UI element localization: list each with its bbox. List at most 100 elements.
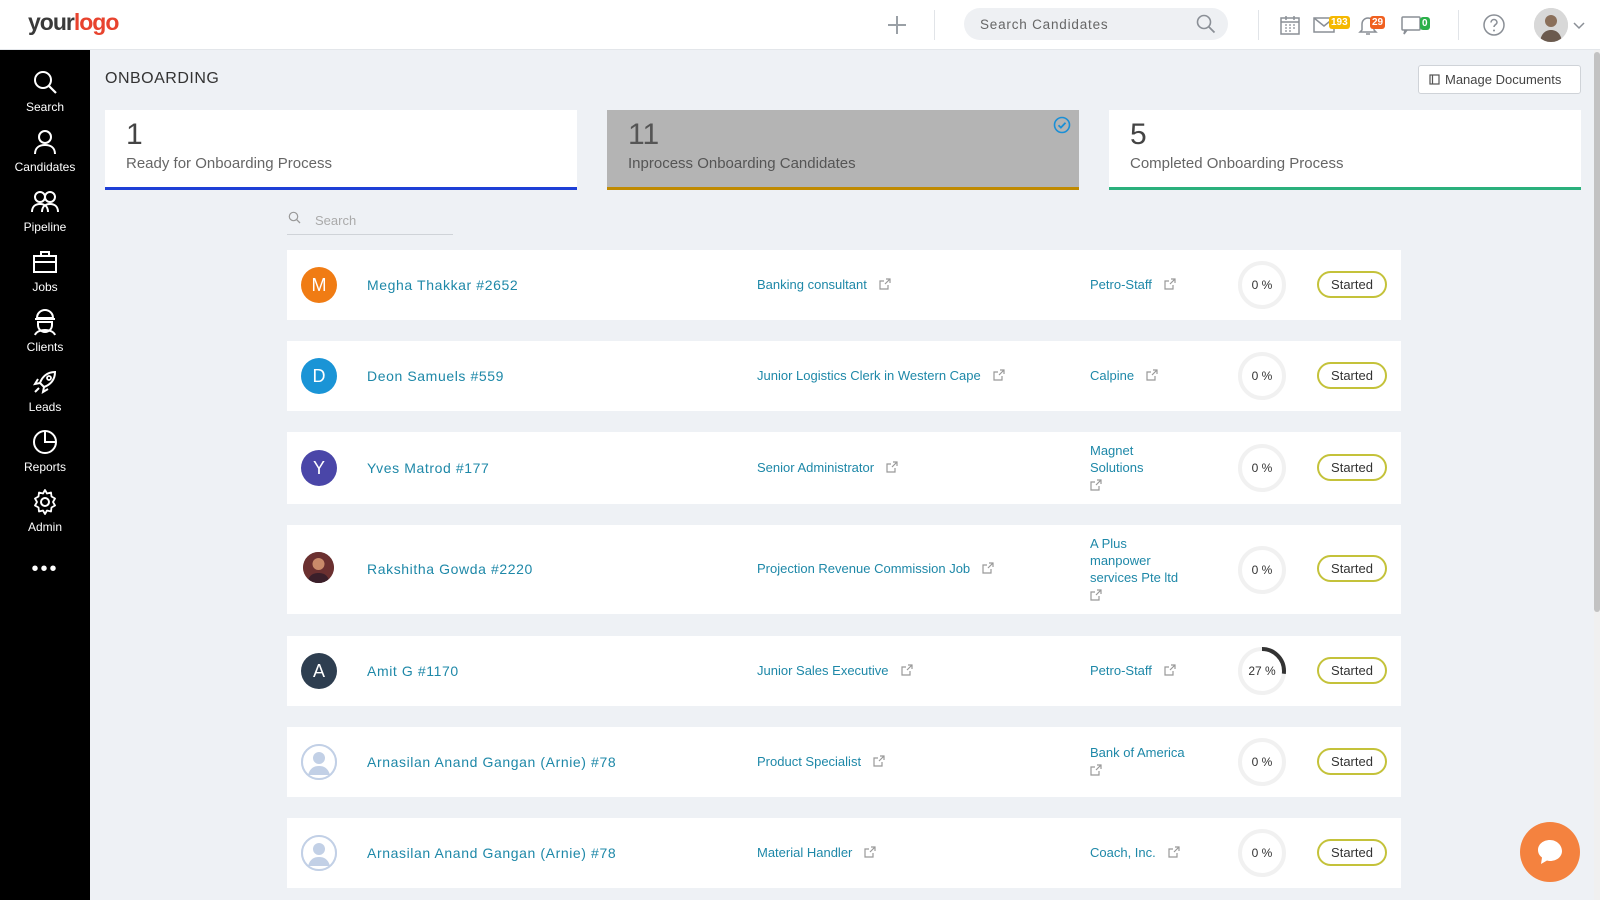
job-link[interactable]: Product Specialist	[757, 754, 885, 769]
avatar	[301, 744, 337, 780]
mail-button[interactable]: 193	[1312, 13, 1352, 37]
job-link[interactable]: Senior Administrator	[757, 460, 898, 475]
external-link-icon[interactable]	[1168, 846, 1180, 858]
candidate-name-link[interactable]: Rakshitha Gowda #2220	[367, 561, 533, 577]
external-link-icon[interactable]	[864, 846, 876, 858]
divider	[1258, 10, 1259, 40]
sidebar-item-jobs[interactable]: Jobs	[0, 242, 90, 300]
client-name: Magnet Solutions	[1090, 443, 1144, 475]
client-link[interactable]: Magnet Solutions	[1090, 442, 1162, 491]
manage-documents-button[interactable]: Manage Documents	[1418, 65, 1581, 94]
status-button[interactable]: Started	[1317, 839, 1387, 866]
status-button[interactable]: Started	[1317, 657, 1387, 684]
job-title: Product Specialist	[757, 754, 862, 769]
divider	[934, 10, 935, 40]
external-link-icon[interactable]	[1090, 479, 1102, 491]
stat-count: 1	[126, 118, 143, 151]
messages-button[interactable]: 0	[1400, 13, 1436, 37]
external-link-icon[interactable]	[873, 755, 885, 767]
calendar-icon[interactable]	[1278, 13, 1302, 37]
avatar	[301, 835, 337, 871]
stat-underline	[1109, 187, 1581, 190]
stat-underline	[105, 187, 577, 190]
user-icon	[34, 130, 56, 155]
external-link-icon[interactable]	[1090, 589, 1102, 601]
client-link[interactable]: Petro-Staff	[1090, 662, 1198, 679]
search-candidates-input[interactable]	[964, 8, 1228, 40]
status-button[interactable]: Started	[1317, 555, 1387, 582]
user-placeholder-icon	[301, 835, 337, 871]
table-row: Arnasilan Anand Gangan (Arnie) #78 Produ…	[287, 727, 1401, 797]
job-link[interactable]: Projection Revenue Commission Job	[757, 561, 994, 576]
avatar: M	[301, 267, 337, 303]
external-link-icon[interactable]	[1164, 278, 1176, 290]
progress-label: 0 %	[1251, 461, 1273, 475]
sidebar-item-pipeline[interactable]: Pipeline	[0, 182, 90, 240]
external-link-icon[interactable]	[886, 461, 898, 473]
stat-card-inprocess[interactable]: 11 Inprocess Onboarding Candidates	[607, 110, 1079, 190]
logo[interactable]: yourlogo	[28, 9, 119, 36]
chevron-down-icon[interactable]	[1572, 19, 1586, 31]
live-chat-button[interactable]	[1520, 822, 1580, 882]
external-link-icon[interactable]	[993, 369, 1005, 381]
status-button[interactable]: Started	[1317, 271, 1387, 298]
sidebar-item-reports[interactable]: Reports	[0, 422, 90, 480]
job-title: Material Handler	[757, 845, 853, 860]
job-title: Junior Sales Executive	[757, 663, 889, 678]
external-link-icon[interactable]	[1146, 369, 1158, 381]
progress-ring: 27 %	[1237, 646, 1287, 696]
gear-icon	[34, 489, 56, 515]
candidate-name-link[interactable]: Arnasilan Anand Gangan (Arnie) #78	[367, 754, 616, 770]
search-icon[interactable]	[1196, 14, 1216, 34]
progress-ring: 0 %	[1237, 443, 1287, 493]
external-link-icon[interactable]	[1164, 664, 1176, 676]
client-link[interactable]: Coach, Inc.	[1090, 844, 1198, 861]
client-link[interactable]: Bank of America	[1090, 744, 1198, 776]
status-button[interactable]: Started	[1317, 748, 1387, 775]
stat-count: 5	[1130, 118, 1147, 151]
scrollbar-thumb[interactable]	[1594, 52, 1600, 612]
job-link[interactable]: Material Handler	[757, 845, 876, 860]
candidate-name-link[interactable]: Amit G #1170	[367, 663, 459, 679]
client-link[interactable]: Petro-Staff	[1090, 276, 1198, 293]
stat-card-ready[interactable]: 1 Ready for Onboarding Process	[105, 110, 577, 190]
status-button[interactable]: Started	[1317, 362, 1387, 389]
sidebar-item-admin[interactable]: Admin	[0, 482, 90, 540]
job-link[interactable]: Junior Logistics Clerk in Western Cape	[757, 368, 1005, 383]
progress-label: 0 %	[1251, 369, 1273, 383]
sidebar-item-clients[interactable]: Clients	[0, 302, 90, 360]
chat-bubble-icon	[1538, 840, 1562, 864]
stat-label: Ready for Onboarding Process	[126, 155, 332, 172]
table-row: Rakshitha Gowda #2220 Projection Revenue…	[287, 525, 1401, 614]
sidebar-item-leads[interactable]: Leads	[0, 362, 90, 420]
notifications-button[interactable]: 29	[1356, 13, 1392, 37]
add-new-button[interactable]	[884, 12, 910, 38]
candidate-name-link[interactable]: Arnasilan Anand Gangan (Arnie) #78	[367, 845, 616, 861]
client-link[interactable]: A Plus manpower services Pte ltd	[1090, 535, 1190, 601]
user-avatar[interactable]	[1534, 8, 1568, 42]
avatar: D	[301, 358, 337, 394]
job-link[interactable]: Junior Sales Executive	[757, 663, 913, 678]
sidebar-item-search[interactable]: Search	[0, 62, 90, 120]
external-link-icon[interactable]	[1090, 764, 1102, 776]
candidate-name-link[interactable]: Megha Thakkar #2652	[367, 277, 518, 293]
sidebar-item-candidates[interactable]: Candidates	[0, 122, 90, 180]
status-button[interactable]: Started	[1317, 454, 1387, 481]
external-link-icon[interactable]	[900, 664, 913, 676]
briefcase-icon	[33, 251, 57, 273]
client-link[interactable]: Calpine	[1090, 367, 1198, 384]
candidate-name-link[interactable]: Deon Samuels #559	[367, 368, 504, 384]
rocket-icon	[32, 370, 57, 395]
more-menu-button[interactable]: •••	[0, 558, 90, 581]
job-title: Projection Revenue Commission Job	[757, 561, 971, 576]
help-icon[interactable]	[1482, 13, 1506, 37]
candidate-name-link[interactable]: Yves Matrod #177	[367, 460, 489, 476]
list-search-input[interactable]	[287, 207, 453, 235]
job-link[interactable]: Banking consultant	[757, 277, 891, 292]
table-row: Arnasilan Anand Gangan (Arnie) #78 Mater…	[287, 818, 1401, 888]
external-link-icon[interactable]	[879, 278, 891, 290]
sidebar-item-label: Candidates	[14, 160, 76, 174]
notification-count-badge: 29	[1370, 16, 1386, 29]
stat-card-completed[interactable]: 5 Completed Onboarding Process	[1109, 110, 1581, 190]
external-link-icon[interactable]	[982, 562, 994, 574]
